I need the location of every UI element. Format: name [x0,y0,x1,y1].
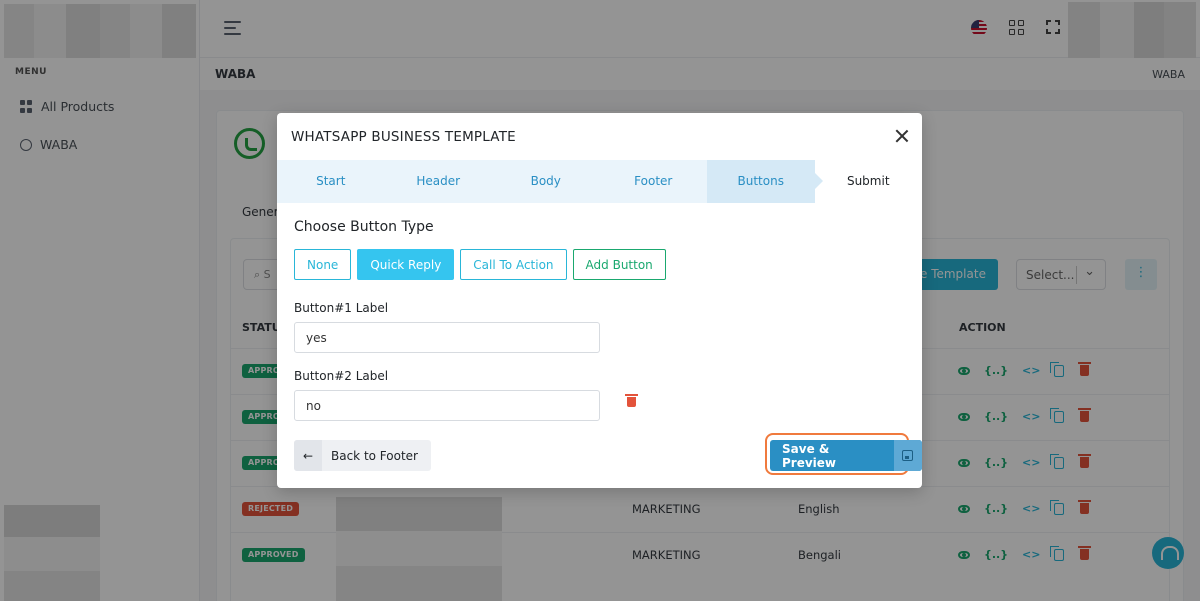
floppy-disk-icon [893,440,922,471]
save-button-label: Save & Preview [782,441,837,470]
modal-title: WHATSAPP BUSINESS TEMPLATE [291,129,516,145]
step-start[interactable]: Start [277,160,385,203]
button-type-group: None Quick Reply Call To Action Add Butt… [294,249,666,280]
close-icon[interactable] [894,128,910,144]
wizard-steps: Start Header Body Footer Buttons Submit [277,160,922,203]
step-submit[interactable]: Submit [814,160,922,203]
trash-icon[interactable] [625,394,638,407]
section-title: Choose Button Type [294,219,434,235]
back-to-footer-button[interactable]: ← Back to Footer [294,440,431,471]
step-body[interactable]: Body [492,160,600,203]
template-modal: WHATSAPP BUSINESS TEMPLATE Start Header … [277,113,922,488]
button-type-quick-reply[interactable]: Quick Reply [357,249,455,280]
button-type-call-to-action[interactable]: Call To Action [460,249,567,280]
button1-input[interactable] [294,322,600,353]
button2-input[interactable] [294,390,600,421]
add-button-button[interactable]: Add Button [572,249,666,280]
back-button-label: Back to Footer [331,448,418,463]
step-footer[interactable]: Footer [600,160,708,203]
step-header[interactable]: Header [385,160,493,203]
arrow-left-icon: ← [294,440,322,471]
step-buttons[interactable]: Buttons [707,160,822,203]
button1-label: Button#1 Label [294,301,389,315]
button2-label: Button#2 Label [294,369,389,383]
button-type-none[interactable]: None [294,249,352,280]
save-preview-button[interactable]: Save & Preview [770,440,922,471]
